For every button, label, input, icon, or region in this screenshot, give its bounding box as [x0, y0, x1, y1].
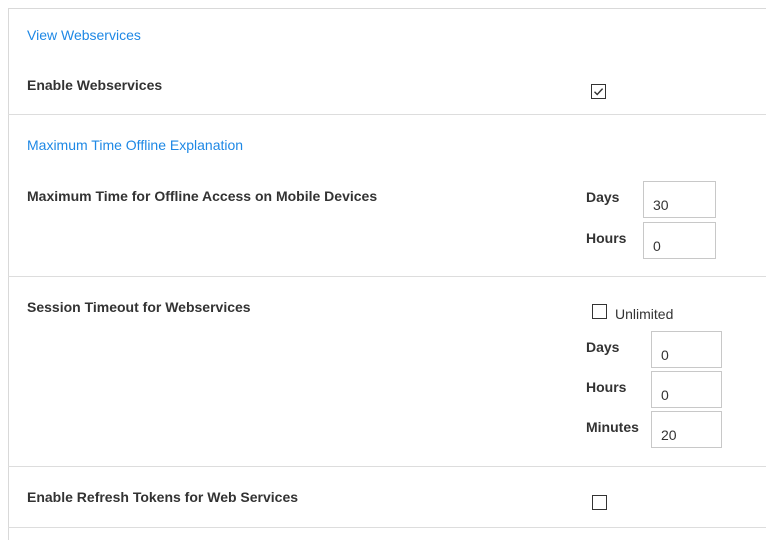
offline-days-input[interactable]	[643, 181, 716, 218]
offline-hours-input[interactable]	[643, 222, 716, 259]
offline-access-label: Maximum Time for Offline Access on Mobil…	[27, 188, 378, 204]
section-divider	[8, 114, 766, 115]
offline-hours-label: Hours	[586, 230, 627, 246]
section-divider	[8, 276, 766, 277]
session-hours-input[interactable]	[651, 371, 722, 408]
session-minutes-input[interactable]	[651, 411, 722, 448]
session-days-input[interactable]	[651, 331, 722, 368]
offline-days-label: Days	[586, 189, 620, 205]
section-divider	[8, 527, 766, 528]
checkmark-icon	[594, 88, 604, 96]
panel-left-border	[8, 8, 9, 540]
refresh-tokens-checkbox[interactable]	[592, 495, 607, 510]
session-hours-label: Hours	[586, 379, 627, 395]
view-webservices-link[interactable]: View Webservices	[27, 27, 141, 43]
enable-webservices-checkbox[interactable]	[591, 84, 606, 99]
refresh-tokens-label: Enable Refresh Tokens for Web Services	[27, 489, 299, 505]
offline-explanation-link[interactable]: Maximum Time Offline Explanation	[27, 137, 243, 153]
unlimited-checkbox[interactable]	[592, 304, 607, 319]
unlimited-label: Unlimited	[615, 306, 674, 322]
panel-top-border	[8, 8, 766, 9]
session-minutes-label: Minutes	[586, 419, 639, 435]
session-timeout-label: Session Timeout for Webservices	[27, 299, 251, 315]
session-days-label: Days	[586, 339, 620, 355]
section-divider	[8, 466, 766, 467]
enable-webservices-label: Enable Webservices	[27, 77, 163, 93]
